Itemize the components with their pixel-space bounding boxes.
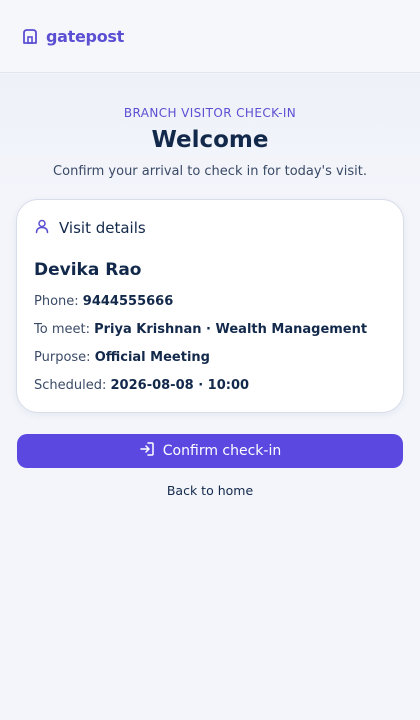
card-heading: Visit details <box>34 218 146 238</box>
building-icon <box>21 27 39 45</box>
user-icon <box>34 218 50 238</box>
visitor-name: Devika Rao <box>34 260 142 280</box>
sign-in-icon <box>139 441 155 461</box>
brand-logo[interactable]: gatepost <box>21 27 124 46</box>
page-subtitle: Confirm your arrival to check in for tod… <box>53 164 367 179</box>
detail-value: Official Meeting <box>94 350 210 365</box>
confirm-check-in-label: Confirm check-in <box>162 443 282 459</box>
detail-value: 2026-08-08 · 10:00 <box>110 378 250 393</box>
detail-label: Scheduled: <box>34 378 107 393</box>
page-title: Welcome <box>151 127 269 153</box>
page-eyebrow: BRANCH VISITOR CHECK-IN <box>123 106 297 120</box>
detail-value: Priya Krishnan · Wealth Management <box>94 322 368 337</box>
detail-value: 9444555666 <box>82 294 174 309</box>
app-header: gatepost <box>0 0 420 73</box>
detail-row-scheduled: Scheduled: 2026-08-08 · 10:00 <box>34 378 249 393</box>
detail-row-phone: Phone: 9444555666 <box>34 294 173 309</box>
visit-details-card: Visit details Devika Rao Phone: 94445556… <box>16 199 404 413</box>
confirm-check-in-button[interactable]: Confirm check-in <box>17 434 403 468</box>
detail-label: To meet: <box>34 322 90 337</box>
card-heading-label: Visit details <box>59 219 146 237</box>
detail-label: Purpose: <box>34 350 91 365</box>
back-to-home-link[interactable]: Back to home <box>0 483 420 498</box>
detail-row-to-meet: To meet: Priya Krishnan · Wealth Managem… <box>34 322 367 337</box>
detail-row-purpose: Purpose: Official Meeting <box>34 350 210 365</box>
detail-label: Phone: <box>34 294 79 309</box>
brand-name: gatepost <box>46 26 124 46</box>
